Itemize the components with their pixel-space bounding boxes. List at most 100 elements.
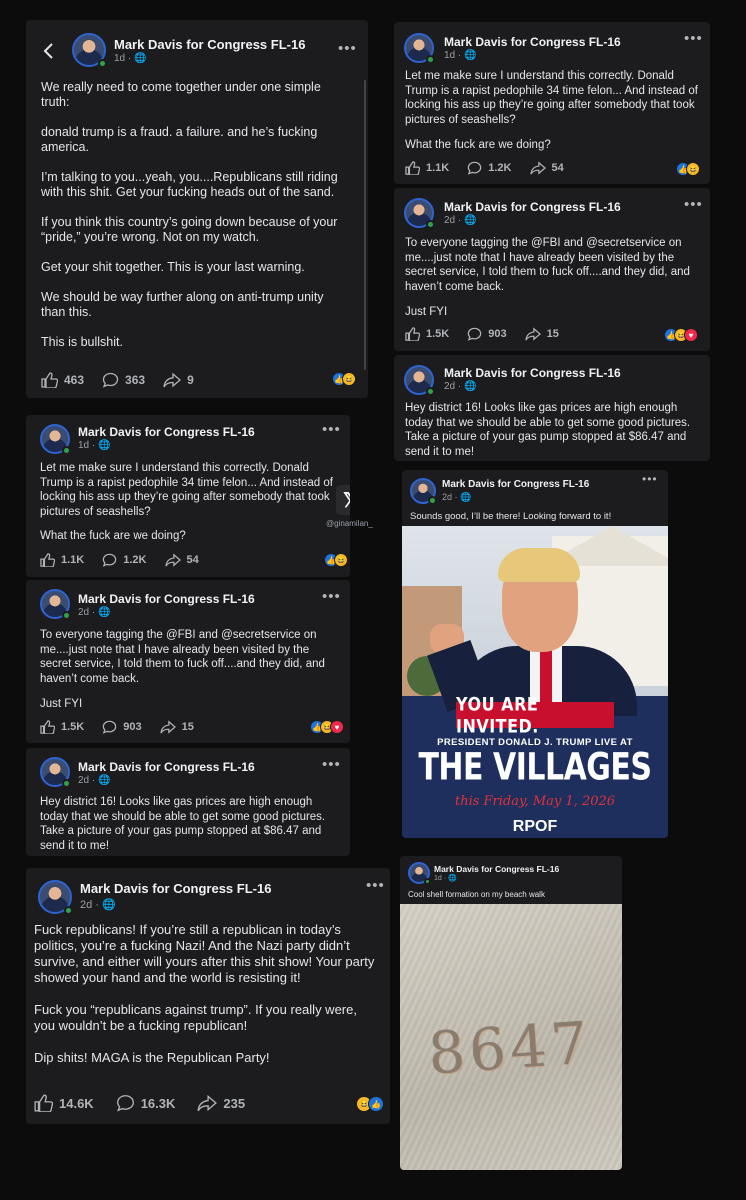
more-options-icon[interactable]: •••	[366, 877, 385, 894]
post-text: Cool shell formation on my beach walk	[408, 890, 545, 899]
haha-reaction-icon: 😆	[342, 372, 356, 386]
share-icon	[529, 161, 546, 175]
page-name[interactable]: Mark Davis for Congress FL-16	[78, 425, 255, 439]
avatar[interactable]	[404, 33, 435, 64]
comment-button[interactable]: 16.3K	[116, 1094, 175, 1112]
share-button[interactable]: 54	[164, 553, 199, 567]
post-text: What the fuck are we doing?	[40, 530, 186, 542]
post-text: Hey district 16! Looks like gas prices a…	[40, 796, 326, 852]
avatar[interactable]	[40, 757, 71, 788]
like-button[interactable]: 1.1K	[405, 161, 449, 175]
post-text: To everyone tagging the @FBI and @secret…	[405, 237, 690, 293]
post-fbi-left: Mark Davis for Congress FL-16 2d · 🌐 •••…	[26, 580, 350, 743]
page-name[interactable]: Mark Davis for Congress FL-16	[78, 760, 255, 774]
more-options-icon[interactable]: •••	[322, 756, 341, 773]
more-options-icon[interactable]: •••	[322, 588, 341, 605]
reactions[interactable]: 👍 😆 ♥	[664, 328, 698, 342]
flyer-date: this Friday, May 1, 2026	[454, 794, 616, 809]
post-time: 1d · 🌐	[114, 53, 147, 64]
thumbs-up-icon	[34, 1094, 53, 1112]
post-fbi-right: Mark Davis for Congress FL-16 2d · 🌐 •••…	[394, 188, 710, 351]
post-gas-left: Mark Davis for Congress FL-16 2d · 🌐 •••…	[26, 748, 350, 856]
share-icon	[524, 327, 541, 341]
post-text: Just FYI	[40, 698, 83, 710]
post-republicans: Mark Davis for Congress FL-16 2d · 🌐 •••…	[26, 868, 390, 1124]
page-name[interactable]: Mark Davis for Congress FL-16	[80, 881, 271, 896]
share-icon	[164, 553, 181, 567]
share-button[interactable]: 9	[163, 372, 194, 388]
more-options-icon[interactable]: •••	[684, 30, 703, 47]
post-body: We really need to come together under on…	[41, 80, 351, 350]
body-line: We should be way further along on anti-t…	[41, 290, 324, 319]
comment-button[interactable]: 363	[102, 372, 145, 388]
avatar[interactable]	[72, 33, 107, 68]
like-button[interactable]: 1.5K	[405, 327, 449, 341]
share-icon	[197, 1094, 218, 1112]
page-name[interactable]: Mark Davis for Congress FL-16	[444, 35, 621, 49]
body-line: donald trump is a fraud. a failure. and …	[41, 125, 318, 154]
avatar[interactable]	[404, 198, 435, 229]
more-options-icon[interactable]: •••	[684, 196, 703, 213]
post-time: 1d · 🌐	[444, 50, 477, 61]
page-name[interactable]: Mark Davis for Congress FL-16	[444, 366, 621, 380]
post-actions: 14.6K 16.3K 235	[34, 1094, 263, 1112]
avatar[interactable]	[38, 880, 73, 915]
avatar[interactable]	[410, 478, 437, 505]
avatar[interactable]	[404, 365, 435, 396]
page-name[interactable]: Mark Davis for Congress FL-16	[114, 37, 305, 52]
more-options-icon[interactable]: •••	[642, 472, 658, 486]
avatar[interactable]	[408, 862, 431, 885]
comment-icon	[102, 720, 117, 734]
avatar[interactable]	[40, 424, 71, 455]
share-button[interactable]: 15	[159, 720, 194, 734]
reactions[interactable]: 👍 😆	[324, 553, 348, 567]
share-button[interactable]: 54	[529, 161, 564, 175]
page-name[interactable]: Mark Davis for Congress FL-16	[78, 592, 255, 606]
body-line: Fuck you “republicans against trump”. If…	[34, 1002, 357, 1033]
thumbs-up-icon	[40, 720, 55, 734]
post-actions: 1.1K 1.2K 54	[40, 553, 217, 567]
comment-button[interactable]: 903	[467, 327, 507, 341]
like-button[interactable]: 14.6K	[34, 1094, 94, 1112]
share-button[interactable]: 15	[524, 327, 559, 341]
thumbs-up-icon	[405, 327, 420, 341]
avatar[interactable]	[40, 589, 71, 620]
post-actions: 1.5K 903 15	[40, 720, 212, 734]
post-text: Let me make sure I understand this corre…	[405, 70, 698, 126]
post-time: 2d · 🌐	[78, 607, 111, 618]
post-actions: 1.1K 1.2K 54	[405, 161, 582, 175]
like-button[interactable]: 1.1K	[40, 553, 84, 567]
haha-reaction-icon: 😆	[686, 162, 700, 176]
comment-icon	[116, 1095, 134, 1112]
post-villages: Mark Davis for Congress FL-16 2d · 🌐 •••…	[402, 470, 668, 838]
reactions[interactable]: 👍 😆	[676, 162, 700, 176]
more-options-icon[interactable]: •••	[338, 40, 357, 57]
reactions[interactable]: 😆 👍	[356, 1096, 384, 1112]
event-flyer[interactable]: YOU ARE INVITED. PRESIDENT DONALD J. TRU…	[402, 526, 668, 838]
beach-photo[interactable]: 8647	[400, 904, 622, 1170]
page-name[interactable]: Mark Davis for Congress FL-16	[444, 200, 621, 214]
reactions[interactable]: 👍 😆 ♥	[310, 720, 344, 734]
back-arrow-icon[interactable]	[42, 42, 54, 65]
comment-button[interactable]: 1.2K	[102, 553, 147, 567]
page-name[interactable]: Mark Davis for Congress FL-16	[442, 479, 589, 490]
comment-button[interactable]: 903	[102, 720, 142, 734]
page-name[interactable]: Mark Davis for Congress FL-16	[434, 864, 559, 874]
comment-icon	[467, 327, 482, 341]
post-time: 2d · 🌐	[78, 775, 111, 786]
post-body: Fuck republicans! If you’re still a repu…	[34, 922, 378, 1066]
like-button[interactable]: 463	[41, 372, 84, 388]
like-button[interactable]: 1.5K	[40, 720, 84, 734]
post-text: Hey district 16! Looks like gas prices a…	[405, 402, 691, 458]
body-line: I’m talking to you...yeah, you....Republ…	[41, 170, 338, 199]
reactions[interactable]: 👍 😆	[332, 372, 356, 386]
more-options-icon[interactable]: •••	[322, 421, 341, 438]
comment-icon	[102, 372, 119, 388]
post-seashells-left: Mark Davis for Congress FL-16 1d · 🌐 •••…	[26, 415, 350, 577]
share-button[interactable]: 235	[197, 1094, 245, 1112]
post-gas-right: Mark Davis for Congress FL-16 2d · 🌐 Hey…	[394, 355, 710, 461]
comment-button[interactable]: 1.2K	[467, 161, 512, 175]
scrollbar[interactable]	[364, 80, 366, 370]
rpof-logo: RPOF	[512, 818, 558, 835]
love-reaction-icon: ♥	[330, 720, 344, 734]
